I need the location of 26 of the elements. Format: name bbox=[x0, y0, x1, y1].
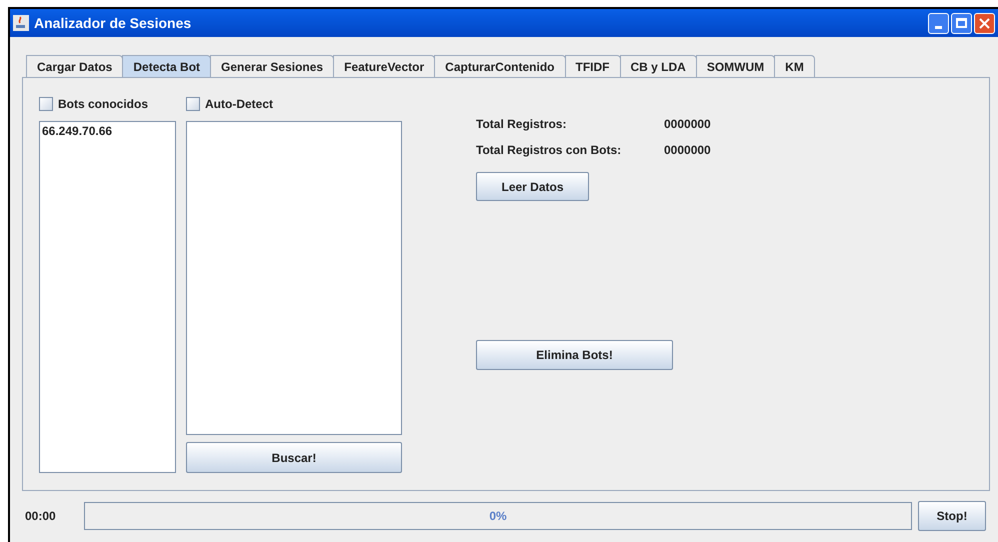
elapsed-time: 00:00 bbox=[24, 508, 57, 525]
checkbox[interactable] bbox=[186, 97, 200, 111]
close-icon bbox=[979, 18, 990, 28]
maximize-icon bbox=[956, 18, 967, 28]
stat-label: Total Registros: bbox=[476, 116, 568, 133]
minimize-icon bbox=[935, 26, 942, 28]
close-button[interactable] bbox=[974, 12, 995, 34]
maximize-button[interactable] bbox=[951, 12, 972, 34]
known-bots-list[interactable]: 66.249.70.66 bbox=[39, 121, 176, 473]
stat-value: 0000000 bbox=[664, 142, 711, 159]
checkbox-label: Auto-Detect bbox=[205, 96, 273, 113]
progress-text: 0% bbox=[489, 508, 507, 525]
tab[interactable]: Detecta Bot bbox=[122, 55, 212, 77]
tab[interactable]: Cargar Datos bbox=[26, 55, 124, 77]
window-title: Analizador de Sesiones bbox=[34, 14, 192, 32]
checkbox-label: Bots conocidos bbox=[58, 96, 148, 113]
remove-bots-button[interactable]: Elimina Bots! bbox=[476, 340, 673, 370]
minimize-button[interactable] bbox=[928, 12, 949, 34]
checkbox[interactable] bbox=[39, 97, 53, 111]
tab[interactable]: KM bbox=[774, 55, 815, 77]
stop-button[interactable]: Stop! bbox=[918, 501, 986, 531]
search-button[interactable]: Buscar! bbox=[186, 442, 402, 473]
stat-label: Total Registros con Bots: bbox=[476, 142, 622, 159]
stat-value: 0000000 bbox=[664, 116, 711, 133]
list-item[interactable]: 66.249.70.66 bbox=[42, 122, 173, 140]
read-data-button[interactable]: Leer Datos bbox=[476, 172, 589, 201]
